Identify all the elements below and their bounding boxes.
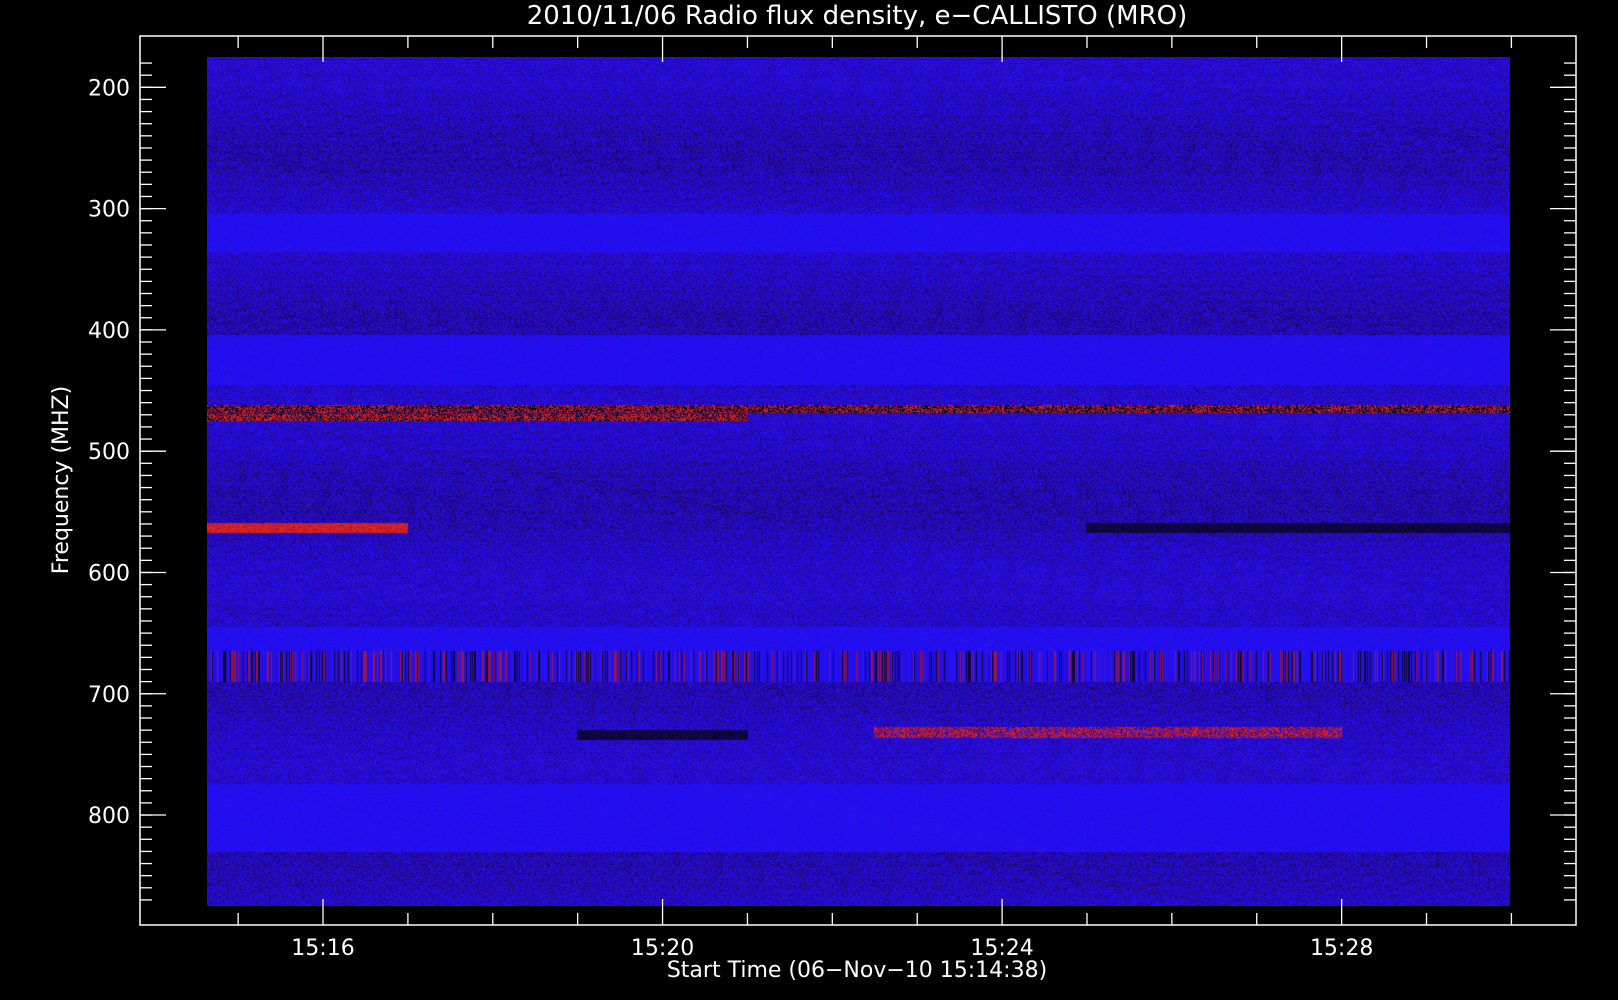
- axis-ticks: [140, 36, 1576, 925]
- axes-frame: [139, 35, 1577, 926]
- y-tick-label: 600: [88, 561, 130, 586]
- y-tick-label: 800: [88, 804, 130, 829]
- y-tick-label: 400: [88, 319, 130, 344]
- x-tick-label: 15:16: [291, 936, 354, 961]
- y-tick-label: 700: [88, 683, 130, 708]
- y-tick-label: 300: [88, 198, 130, 223]
- y-tick-label: 200: [88, 76, 130, 101]
- x-axis-label: Start Time (06−Nov−10 15:14:38): [667, 958, 1047, 983]
- y-tick-label: 500: [88, 440, 130, 465]
- y-axis-label: Frequency (MHZ): [49, 386, 74, 574]
- y-tick-labels: 200 300 400 500 600 700 800: [88, 76, 130, 829]
- chart-area: 2010/11/06 Radio flux density, e−CALLIST…: [49, 1, 1577, 983]
- x-tick-label: 15:28: [1310, 936, 1373, 961]
- chart-title: 2010/11/06 Radio flux density, e−CALLIST…: [527, 1, 1188, 31]
